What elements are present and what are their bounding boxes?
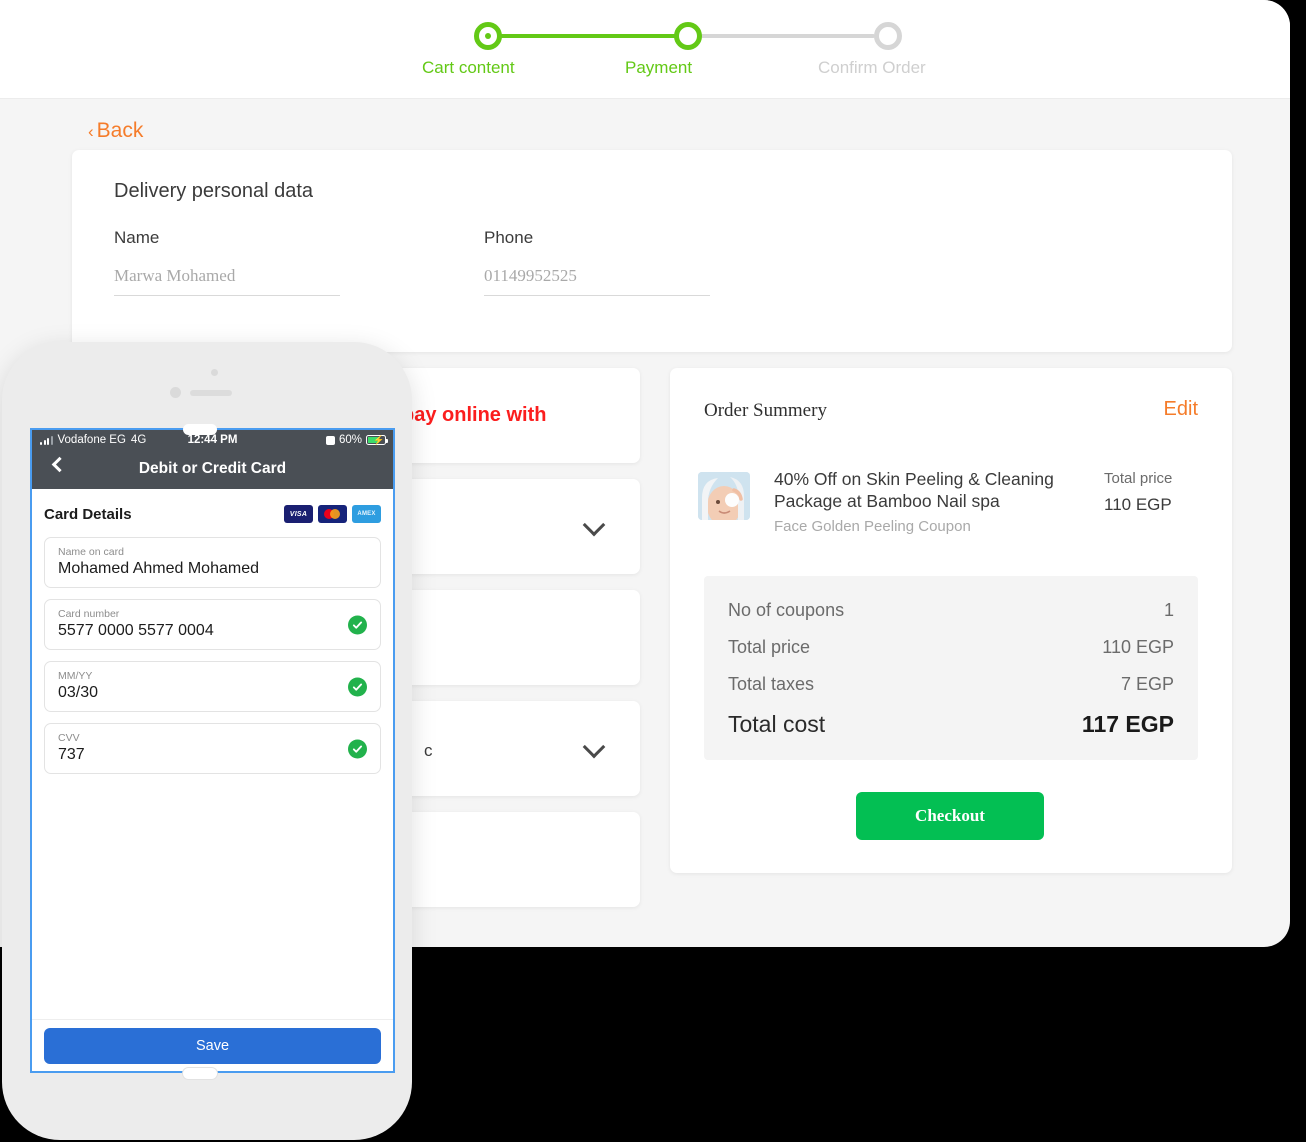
valid-check-icon — [348, 615, 367, 634]
home-indicator[interactable] — [183, 1068, 217, 1079]
amex-icon: AMEX — [352, 505, 381, 523]
chevron-left-icon: ‹ — [88, 122, 94, 141]
order-item-price: Total price 110 EGP — [1104, 470, 1204, 515]
name-on-card-label: Name on card — [58, 546, 124, 558]
phone-field-label: Phone — [484, 228, 534, 247]
battery-percent: 60% — [338, 434, 362, 446]
name-input[interactable]: Marwa Mohamed — [114, 266, 340, 286]
totals-row-taxes: Total taxes 7 EGP — [728, 674, 1174, 695]
card-number-field[interactable]: Card number 5577 0000 5577 0004 — [44, 599, 381, 650]
cvv-field[interactable]: CVV 737 — [44, 723, 381, 774]
card-details-header: Card Details VISA AMEX — [44, 505, 381, 523]
screen-top-pill — [183, 424, 217, 435]
chevron-down-icon[interactable] — [582, 735, 606, 759]
name-on-card-value[interactable]: Mohamed Ahmed Mohamed — [58, 560, 340, 578]
phone-input-underline — [484, 295, 710, 296]
stepper-label-payment[interactable]: Payment — [625, 58, 692, 78]
totals-key-taxes: Total taxes — [728, 674, 815, 694]
earpiece-speaker — [190, 390, 232, 396]
chevron-down-icon[interactable] — [582, 513, 606, 537]
delivery-section-title: Delivery personal data — [114, 180, 313, 202]
totals-row-grand: Total cost 117 EGP — [728, 711, 1174, 738]
order-summary-card: Order Summery Edit 40% Off on Skin Peeli… — [670, 368, 1232, 873]
totals-value-taxes: 7 EGP — [1120, 674, 1174, 694]
stepper-track-upcoming — [685, 34, 875, 38]
save-card-button[interactable]: Save — [44, 1028, 381, 1064]
stepper-label-cart-content[interactable]: Cart content — [422, 58, 515, 78]
stepper-node-cart-content[interactable] — [474, 22, 502, 50]
alarm-icon — [325, 435, 335, 445]
card-number-value[interactable]: 5577 0000 5577 0004 — [58, 622, 340, 640]
battery-charging-icon: ⚡ — [366, 435, 388, 445]
totals-key-coupons: No of coupons — [728, 600, 845, 620]
back-button-label: Back — [96, 119, 144, 142]
totals-value-coupons: 1 — [1163, 600, 1174, 620]
proximity-sensor-icon — [170, 387, 181, 398]
accepted-card-brands: VISA AMEX — [284, 505, 381, 523]
stepper-track-completed — [492, 34, 687, 38]
checkout-stepper-bar: Cart content Payment Confirm Order — [0, 0, 1290, 99]
totals-value-grand: 117 EGP — [1081, 711, 1174, 737]
name-input-underline — [114, 295, 340, 296]
nav-title: Debit or Credit Card — [138, 460, 287, 477]
expiry-field[interactable]: MM/YY 03/30 — [44, 661, 381, 712]
checkout-stepper: Cart content Payment Confirm Order — [422, 20, 926, 90]
pay-online-with-label: pay online with — [402, 404, 547, 426]
phone-field-group: Phone 01149952525 — [484, 228, 710, 296]
product-thumbnail — [698, 472, 750, 520]
valid-check-icon — [348, 677, 367, 696]
order-item-text: 40% Off on Skin Peeling & Cleaning Packa… — [774, 468, 1066, 535]
valid-check-icon — [348, 739, 367, 758]
cvv-label: CVV — [58, 732, 80, 744]
expiry-label: MM/YY — [58, 670, 93, 682]
front-camera-icon — [211, 369, 218, 376]
order-summary-title: Order Summery — [704, 400, 827, 421]
card-number-label: Card number — [58, 608, 120, 620]
phone-nav-bar: Debit or Credit Card — [32, 451, 393, 489]
cvv-value[interactable]: 737 — [58, 746, 340, 764]
phone-input[interactable]: 01149952525 — [484, 266, 710, 286]
stepper-node-confirm-order[interactable] — [874, 22, 902, 50]
order-totals-panel: No of coupons 1 Total price 110 EGP Tota… — [704, 576, 1198, 760]
stepper-node-payment[interactable] — [674, 22, 702, 50]
totals-value-price: 110 EGP — [1102, 637, 1174, 657]
card-details-sheet: Card Details VISA AMEX Name on card Moha… — [32, 489, 393, 1071]
expiry-value[interactable]: 03/30 — [58, 684, 340, 702]
totals-key-price: Total price — [728, 637, 811, 657]
phone-mockup: Vodafone EG 4G 12:44 PM 60% ⚡ Debit or C… — [2, 342, 412, 1140]
payment-panel-4-label: c — [424, 741, 433, 760]
edit-order-button[interactable]: Edit — [1164, 398, 1198, 421]
name-field-group: Name Marwa Mohamed — [114, 228, 340, 296]
totals-key-grand: Total cost — [728, 711, 826, 737]
checkout-button[interactable]: Checkout — [856, 792, 1044, 840]
order-item-price-label: Total price — [1104, 470, 1173, 487]
screenshot-canvas: Cart content Payment Confirm Order ‹ Back… — [0, 0, 1306, 1142]
status-bar-right: 60% ⚡ — [325, 434, 388, 446]
phone-screen: Vodafone EG 4G 12:44 PM 60% ⚡ Debit or C… — [30, 428, 395, 1073]
visa-icon: VISA — [284, 505, 313, 523]
stepper-label-confirm-order[interactable]: Confirm Order — [818, 58, 926, 78]
card-details-heading: Card Details — [44, 505, 132, 523]
delivery-personal-data-card: Delivery personal data Name Marwa Mohame… — [72, 150, 1232, 352]
save-button-bar: Save — [32, 1019, 393, 1071]
totals-row-coupons: No of coupons 1 — [728, 600, 1174, 621]
name-on-card-field[interactable]: Name on card Mohamed Ahmed Mohamed — [44, 537, 381, 588]
name-field-label: Name — [114, 228, 160, 247]
back-button[interactable]: ‹ Back — [88, 119, 143, 143]
totals-row-price: Total price 110 EGP — [728, 637, 1174, 658]
order-item-title: 40% Off on Skin Peeling & Cleaning Packa… — [774, 469, 1054, 511]
mastercard-icon — [318, 505, 347, 523]
order-item-subtitle: Face Golden Peeling Coupon — [774, 518, 971, 535]
order-item-price-value: 110 EGP — [1104, 495, 1172, 514]
